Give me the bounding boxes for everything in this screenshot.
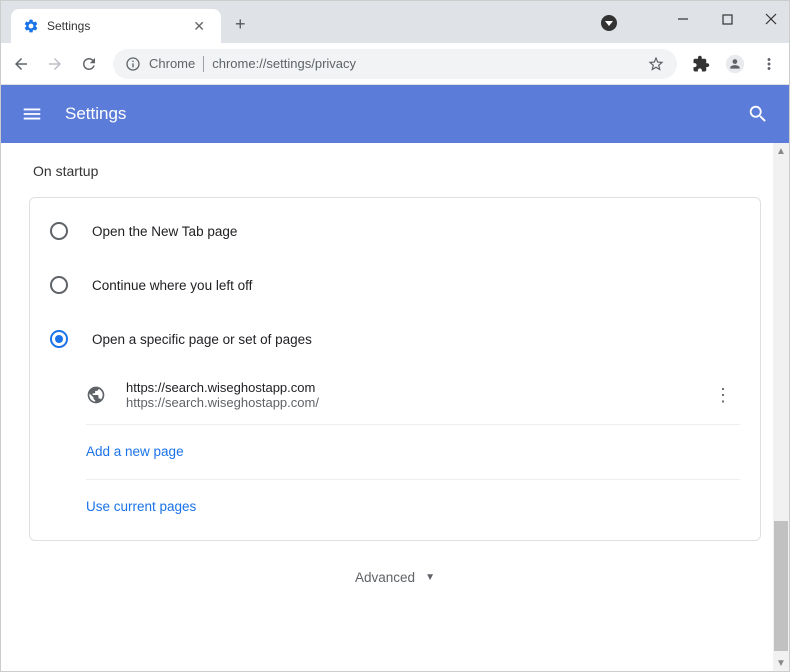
radio-icon[interactable] xyxy=(50,222,68,240)
page-name: https://search.wiseghostapp.com xyxy=(126,380,706,395)
back-icon[interactable] xyxy=(11,54,31,74)
advanced-toggle[interactable]: Advanced ▼ xyxy=(355,570,435,585)
maximize-icon[interactable] xyxy=(717,9,737,29)
settings-gear-icon xyxy=(23,18,39,34)
radio-icon[interactable] xyxy=(50,330,68,348)
advanced-section: Advanced ▼ xyxy=(29,541,761,615)
option-label: Open the New Tab page xyxy=(92,224,237,239)
forward-icon[interactable] xyxy=(45,54,65,74)
option-new-tab[interactable]: Open the New Tab page xyxy=(30,204,760,258)
address-bar[interactable]: Chrome chrome://settings/privacy xyxy=(113,49,677,79)
startup-page-row: https://search.wiseghostapp.com https://… xyxy=(86,366,740,425)
startup-card: Open the New Tab page Continue where you… xyxy=(29,197,761,541)
divider xyxy=(203,56,204,72)
advanced-label: Advanced xyxy=(355,570,415,585)
titlebar: Settings ✕ + xyxy=(1,1,789,43)
new-tab-button[interactable]: + xyxy=(235,14,246,35)
content-area: ▲ ▼ On startup Open the New Tab page Con… xyxy=(1,143,789,671)
scroll-down-icon[interactable]: ▼ xyxy=(773,655,789,671)
url-scheme: Chrome xyxy=(149,56,195,71)
row-kebab-icon[interactable]: ⋮ xyxy=(706,385,740,406)
option-continue[interactable]: Continue where you left off xyxy=(30,258,760,312)
close-window-icon[interactable] xyxy=(761,9,781,29)
tab-title: Settings xyxy=(47,19,189,33)
browser-toolbar: Chrome chrome://settings/privacy xyxy=(1,43,789,85)
kebab-menu-icon[interactable] xyxy=(759,54,779,74)
url-text: chrome://settings/privacy xyxy=(212,56,639,71)
add-page-link[interactable]: Add a new page xyxy=(86,444,184,459)
search-icon[interactable] xyxy=(747,103,769,125)
use-current-row[interactable]: Use current pages xyxy=(86,480,740,534)
option-label: Continue where you left off xyxy=(92,278,252,293)
section-title: On startup xyxy=(29,163,761,179)
hamburger-menu-icon[interactable] xyxy=(21,103,43,125)
close-tab-icon[interactable]: ✕ xyxy=(189,18,209,35)
use-current-link[interactable]: Use current pages xyxy=(86,499,196,514)
info-icon[interactable] xyxy=(125,56,141,72)
bookmark-star-icon[interactable] xyxy=(647,55,665,73)
media-control-icon[interactable] xyxy=(601,15,617,31)
add-page-row[interactable]: Add a new page xyxy=(86,425,740,480)
browser-tab[interactable]: Settings ✕ xyxy=(11,9,221,43)
page-title: Settings xyxy=(65,104,747,124)
radio-icon[interactable] xyxy=(50,276,68,294)
minimize-icon[interactable] xyxy=(673,9,693,29)
settings-header: Settings xyxy=(1,85,789,143)
page-url: https://search.wiseghostapp.com/ xyxy=(126,395,706,410)
reload-icon[interactable] xyxy=(79,54,99,74)
chevron-down-icon: ▼ xyxy=(425,572,435,583)
option-label: Open a specific page or set of pages xyxy=(92,332,312,347)
extensions-icon[interactable] xyxy=(691,54,711,74)
option-specific-pages[interactable]: Open a specific page or set of pages xyxy=(30,312,760,366)
globe-icon xyxy=(86,385,106,405)
profile-icon[interactable] xyxy=(725,54,745,74)
